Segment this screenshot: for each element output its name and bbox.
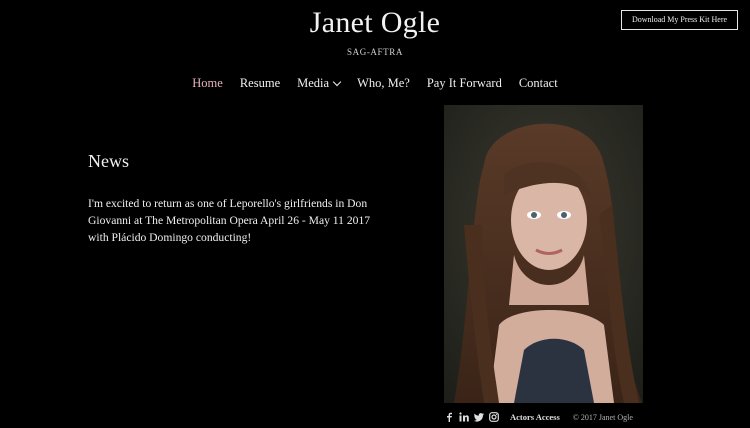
news-heading: News: [88, 151, 129, 171]
nav-item-contact[interactable]: Contact: [519, 76, 558, 91]
facebook-icon[interactable]: [444, 412, 454, 422]
nav-item-home[interactable]: Home: [192, 76, 223, 91]
nav-item-resume[interactable]: Resume: [240, 76, 280, 91]
press-kit-button[interactable]: Download My Press Kit Here: [621, 10, 738, 30]
copyright-text: © 2017 Janet Ogle: [572, 412, 633, 422]
news-body: I'm excited to return as one of Leporell…: [88, 197, 371, 244]
main-nav: Home Resume Media Who, Me? Pay It Forwar…: [0, 76, 750, 91]
nav-item-media-label: Media: [297, 76, 330, 90]
nav-item-pay-it-forward[interactable]: Pay It Forward: [427, 76, 502, 91]
twitter-icon[interactable]: [474, 412, 484, 422]
site-tagline: SAG-AFTRA: [347, 47, 403, 57]
chevron-down-icon: [332, 77, 342, 87]
nav-item-media[interactable]: Media: [297, 76, 342, 91]
portrait-illustration: [444, 105, 643, 403]
portrait-photo: [444, 105, 643, 403]
linkedin-icon[interactable]: [459, 412, 469, 422]
site-footer: Actors Access © 2017 Janet Ogle: [444, 410, 633, 424]
instagram-icon[interactable]: [489, 412, 499, 422]
site-header: Janet Ogle SAG-AFTRA Download My Press K…: [0, 0, 750, 70]
nav-item-who-me[interactable]: Who, Me?: [357, 76, 410, 91]
actors-access-link[interactable]: Actors Access: [510, 412, 560, 422]
